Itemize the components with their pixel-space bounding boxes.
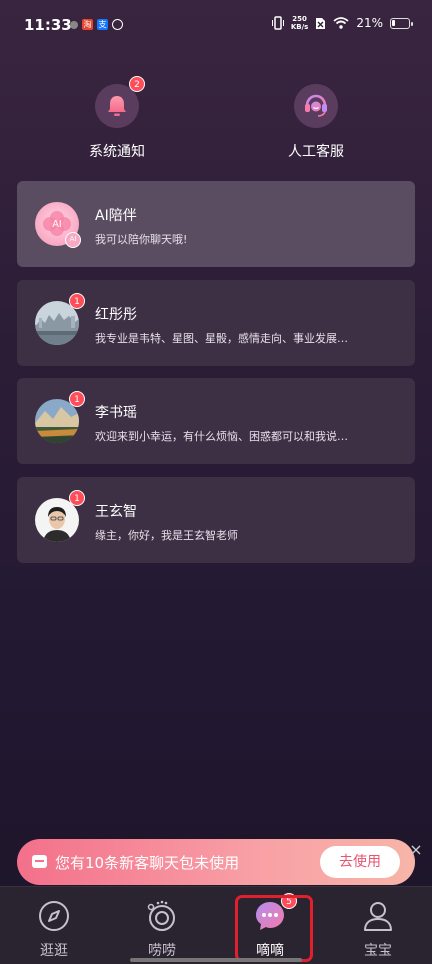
promo-banner[interactable]: 您有10条新客聊天包未使用 去使用 — [17, 839, 415, 885]
chat-name: AI陪伴 — [95, 208, 137, 224]
sync-notification-icon — [112, 19, 123, 30]
status-bar: 11:33 淘 支 250 KB/s 21% — [0, 0, 432, 50]
camera-lens-icon — [145, 899, 179, 933]
user-icon — [361, 899, 395, 933]
tab-label: 唠唠 — [148, 943, 176, 959]
chat-name: 李书瑶 — [95, 405, 137, 421]
system-notice-label: 系统通知 — [89, 144, 145, 160]
message-package-icon — [32, 855, 47, 868]
avatar: AI AI — [35, 202, 81, 248]
customer-service-circle — [294, 84, 338, 128]
system-notice-circle: 2 — [95, 76, 145, 128]
notification-dot-icon — [70, 21, 78, 29]
sim-icon — [316, 17, 326, 29]
status-right: 250 KB/s 21% — [271, 15, 413, 31]
chat-message: 缘主，你好，我是王玄智老师 — [95, 529, 238, 542]
use-now-button[interactable]: 去使用 — [320, 846, 400, 878]
bell-icon — [108, 96, 126, 116]
tab-highlight-box — [235, 895, 313, 962]
avatar: 1 — [35, 490, 85, 542]
home-indicator — [130, 958, 302, 962]
chat-message: 我专业是韦特、星图、星骰，感情走向、事业发展… — [95, 332, 348, 345]
unread-badge: 1 — [69, 490, 85, 506]
status-app-icons: 淘 支 — [70, 19, 123, 30]
tab-label: 逛逛 — [40, 943, 68, 959]
promo-text: 您有10条新客聊天包未使用 — [55, 854, 240, 872]
battery-icon — [390, 17, 413, 29]
notice-badge: 2 — [129, 76, 145, 92]
chat-name: 红彤彤 — [95, 307, 137, 323]
tab-laolao[interactable]: 唠唠 — [108, 887, 216, 964]
chat-name: 王玄智 — [95, 504, 137, 520]
customer-service-shortcut[interactable]: 人工客服 — [256, 84, 376, 161]
svg-text:AI: AI — [52, 219, 61, 230]
unread-badge: 1 — [69, 391, 85, 407]
net-speed: 250 KB/s — [291, 15, 308, 31]
net-speed-value: 250 — [292, 15, 307, 23]
system-notice-shortcut[interactable]: 2 系统通知 — [57, 76, 177, 161]
avatar: 1 — [35, 293, 85, 345]
alipay-notification-icon: 支 — [97, 19, 108, 30]
net-speed-unit: KB/s — [290, 23, 309, 31]
wifi-icon — [333, 17, 349, 29]
bottom-nav: 逛逛 唠唠 5 嘀嘀 宝宝 — [0, 886, 432, 964]
chat-item-hongtongtong[interactable]: 1 红彤彤 我专业是韦特、星图、星骰，感情走向、事业发展… — [17, 280, 415, 366]
compass-icon — [37, 899, 71, 933]
vibrate-icon — [271, 16, 284, 30]
headset-icon — [305, 94, 327, 117]
tab-baobao[interactable]: 宝宝 — [324, 887, 432, 964]
customer-service-label: 人工客服 — [288, 144, 344, 160]
chat-item-lishuyao[interactable]: 1 李书瑶 欢迎来到小幸运，有什么烦恼、困惑都可以和我说… — [17, 378, 415, 464]
chat-message: 我可以陪你聊天哦! — [95, 233, 188, 246]
chat-item-wangxuanzhi[interactable]: 1 王玄智 缘主，你好，我是王玄智老师 — [17, 477, 415, 563]
status-time: 11:33 — [24, 16, 72, 34]
chat-item-ai-companion[interactable]: AI AI AI陪伴 我可以陪你聊天哦! — [17, 181, 415, 267]
app-notification-icon: 淘 — [82, 19, 93, 30]
tab-label: 宝宝 — [364, 943, 392, 959]
close-icon[interactable]: × — [408, 840, 424, 859]
battery-percent: 21% — [356, 16, 383, 30]
avatar: 1 — [35, 391, 85, 443]
tab-guangguang[interactable]: 逛逛 — [0, 887, 108, 964]
unread-badge: 1 — [69, 293, 85, 309]
ai-mini-badge: AI — [65, 232, 81, 248]
chat-message: 欢迎来到小幸运，有什么烦恼、困惑都可以和我说… — [95, 430, 348, 443]
